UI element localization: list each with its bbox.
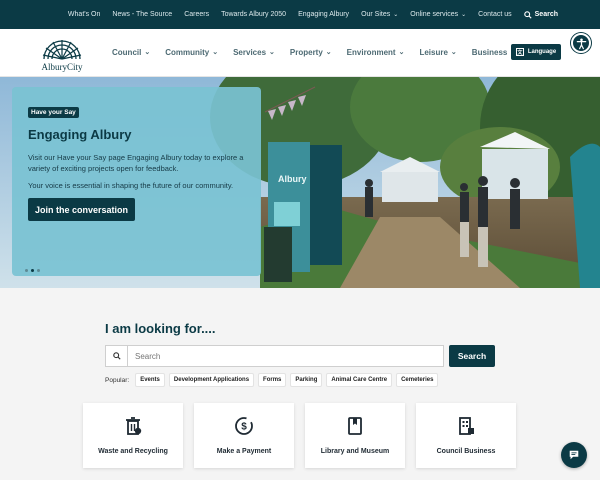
utility-link-news[interactable]: News - The Source	[112, 11, 172, 18]
albury-city-logo[interactable]: AlburyCity	[38, 35, 86, 73]
language-button[interactable]: 文 Language	[511, 44, 561, 60]
popular-chip-animal-care-centre[interactable]: Animal Care Centre	[326, 373, 393, 387]
bin-icon	[126, 417, 142, 435]
nav-item-community[interactable]: Community ⌄	[165, 48, 218, 57]
quick-link-council-business[interactable]: Council Business	[416, 403, 516, 468]
hero-subtext: Your voice is essential in shaping the f…	[28, 181, 234, 190]
popular-chip-parking[interactable]: Parking	[290, 373, 323, 387]
hero-card: Have your Say Engaging Albury Visit our …	[12, 87, 261, 276]
carousel-dot-1[interactable]	[25, 269, 28, 272]
primary-nav: Council ⌄ Community ⌄ Services ⌄ Property ⌄ …	[112, 29, 531, 75]
accessibility-icon	[576, 37, 586, 49]
utility-link-contact[interactable]: Contact us	[478, 11, 511, 18]
book-icon	[348, 417, 362, 435]
chevron-down-icon: ⌄	[325, 49, 332, 56]
utility-search-link[interactable]: Search	[523, 10, 558, 19]
utility-links: What's On News - The Source Careers Towa…	[68, 0, 600, 29]
join-conversation-button[interactable]: Join the conversation	[28, 198, 135, 221]
quick-link-library-museum[interactable]: Library and Museum	[305, 403, 405, 468]
search-button[interactable]: Search	[449, 345, 495, 367]
search-section: I am looking for.... Search Popular: Eve…	[0, 288, 600, 480]
utility-link-whats-on[interactable]: What's On	[68, 11, 100, 18]
utility-link-online-services[interactable]: Online services ⌄	[410, 11, 466, 18]
utility-link-albury-2050[interactable]: Towards Albury 2050	[221, 11, 286, 18]
popular-searches: Popular: Events Development Applications…	[105, 373, 439, 387]
nav-item-leisure[interactable]: Leisure ⌄	[419, 48, 456, 57]
search-heading: I am looking for....	[105, 321, 216, 336]
banner-text: Albury	[278, 174, 307, 184]
nav-item-environment[interactable]: Environment ⌄	[347, 48, 405, 57]
search-input[interactable]	[128, 346, 443, 366]
chevron-down-icon: ⌄	[269, 49, 275, 56]
hero-description: Visit our Have your Say page Engaging Al…	[28, 153, 244, 173]
chevron-down-icon: ⌄	[461, 12, 467, 18]
chat-icon	[569, 450, 579, 460]
utility-link-engaging-albury[interactable]: Engaging Albury	[298, 11, 349, 18]
svg-text:$: $	[241, 422, 247, 433]
popular-chip-forms[interactable]: Forms	[258, 373, 287, 387]
search-icon-cell	[106, 346, 128, 366]
chevron-down-icon: ⌄	[450, 49, 457, 56]
main-navigation: AlburyCity Council ⌄ Community ⌄ Services ⌄…	[0, 29, 600, 77]
popular-chip-cemeteries[interactable]: Cemeteries	[396, 373, 439, 387]
hero-carousel: Albury Have your Say Engaging Albury Vis…	[0, 77, 600, 288]
logo-wordmark: AlburyCity	[41, 62, 83, 72]
nav-item-business[interactable]: Business⌄	[472, 48, 516, 57]
popular-label: Popular:	[105, 376, 130, 384]
utility-link-careers[interactable]: Careers	[184, 11, 209, 18]
translate-icon: 文	[515, 48, 524, 56]
popular-chip-events[interactable]: Events	[135, 373, 165, 387]
utility-bar: What's On News - The Source Careers Towa…	[0, 0, 600, 29]
popular-chip-development-applications[interactable]: Development Applications	[168, 373, 255, 387]
quick-link-make-payment[interactable]: $ Make a Payment	[194, 403, 294, 468]
carousel-dot-3[interactable]	[37, 269, 40, 272]
hero-tag: Have your Say	[28, 107, 79, 118]
chevron-down-icon: ⌄	[393, 12, 399, 18]
nav-item-property[interactable]: Property ⌄	[290, 48, 332, 57]
chevron-down-icon: ⌄	[212, 49, 219, 56]
search-icon	[112, 352, 121, 360]
nav-item-services[interactable]: Services ⌄	[233, 48, 275, 57]
quick-links: Waste and Recycling $ Make a Payment Lib…	[83, 403, 516, 468]
carousel-dots	[25, 269, 40, 272]
quick-link-waste-recycling[interactable]: Waste and Recycling	[83, 403, 183, 468]
payment-icon: $	[235, 417, 253, 435]
chevron-down-icon: ⌄	[398, 49, 405, 56]
hero-title: Engaging Albury	[28, 127, 132, 142]
search-box	[105, 345, 444, 367]
chevron-down-icon: ⌄	[144, 49, 151, 56]
search-icon	[523, 10, 532, 19]
logo-mark-icon	[42, 40, 82, 60]
nav-item-council[interactable]: Council ⌄	[112, 48, 150, 57]
carousel-dot-2[interactable]	[31, 269, 34, 272]
utility-link-our-sites[interactable]: Our Sites ⌄	[361, 11, 398, 18]
chat-button[interactable]	[561, 442, 587, 468]
accessibility-button[interactable]	[571, 33, 591, 53]
building-icon	[459, 417, 474, 435]
